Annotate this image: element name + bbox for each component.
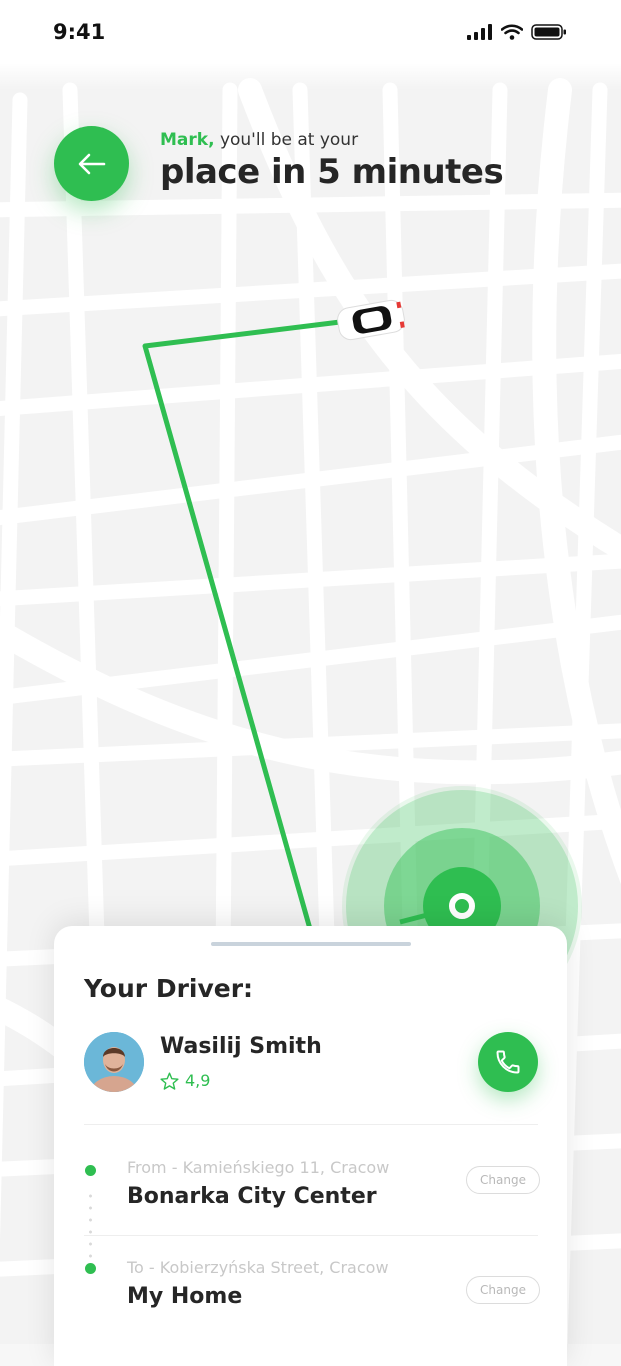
status-time: 9:41 [53, 20, 106, 44]
driver-section-title: Your Driver: [84, 974, 254, 1003]
battery-icon [531, 24, 566, 40]
change-dropoff-button[interactable]: Change [466, 1276, 540, 1304]
dropoff-address: To - Kobierzyńska Street, Cracow [127, 1258, 389, 1277]
user-name: Mark, [160, 130, 215, 150]
star-icon [160, 1071, 179, 1090]
driver-bottom-sheet: Your Driver: Wasilij Smith 4,9 From - Ka… [54, 926, 567, 1366]
sheet-drag-handle[interactable] [211, 942, 411, 946]
change-pickup-button[interactable]: Change [466, 1166, 540, 1194]
pickup-place: Bonarka City Center [127, 1184, 377, 1209]
divider [84, 1235, 538, 1236]
driver-avatar [84, 1032, 144, 1092]
eta-line-1: Mark, you'll be at your [160, 130, 503, 150]
pickup-address: From - Kamieńskiego 11, Cracow [127, 1158, 390, 1177]
status-bar: 9:41 [0, 0, 621, 90]
back-button[interactable] [54, 126, 129, 201]
pickup-dot [85, 1165, 96, 1176]
dropoff-place: My Home [127, 1284, 243, 1309]
wifi-icon [501, 24, 523, 40]
call-driver-button[interactable] [478, 1032, 538, 1092]
signal-icon [467, 24, 492, 40]
phone-icon [496, 1050, 520, 1074]
status-icons [467, 24, 567, 40]
dropoff-dot [85, 1263, 96, 1274]
driver-name: Wasilij Smith [160, 1034, 322, 1059]
driver-rating: 4,9 [160, 1071, 210, 1090]
divider [84, 1124, 538, 1125]
eta-line-1-text: you'll be at your [214, 130, 359, 150]
arrow-left-icon [78, 153, 105, 174]
eta-header: Mark, you'll be at your place in 5 minut… [160, 130, 504, 192]
route-connector [89, 1190, 92, 1274]
eta-line-2: place in 5 minutes [160, 152, 504, 192]
rating-value: 4,9 [185, 1071, 211, 1090]
